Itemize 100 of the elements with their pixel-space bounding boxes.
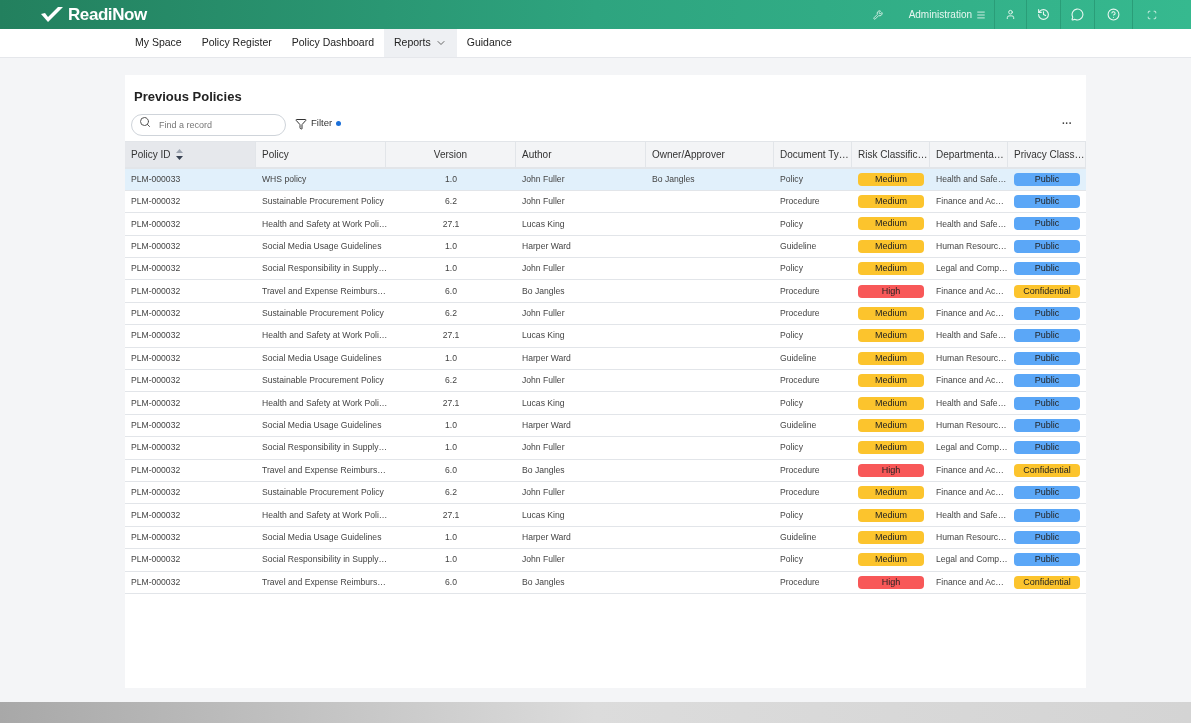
table-cell-text: Guideline — [779, 419, 818, 432]
status-badge: Public — [1014, 441, 1080, 455]
table-cell-text: Human Resourc… — [935, 531, 1008, 544]
table-cell-text: 6.0 — [444, 575, 458, 589]
table-cell-text: Health and Safe… — [935, 172, 1008, 186]
status-badge: Medium — [858, 307, 924, 321]
table-cell-text: PLM-000032 — [130, 575, 182, 589]
table-cell-text: PLM-000032 — [130, 239, 182, 253]
table-cell-text: Human Resourc… — [935, 419, 1008, 432]
table-cell-text: Harper Ward — [521, 351, 572, 365]
table-cell-text: Sustainable Procurement Policy — [261, 195, 385, 209]
table-cell-text: 27.1 — [441, 329, 461, 343]
table-cell-text: Social Responsibility in Supply… — [261, 441, 386, 455]
table-cell-text: 6.2 — [444, 195, 458, 209]
table-row[interactable]: PLM-000033 WHS policy 1.0 John Fuller Bo Jangles Policy Medium Health and Safe… Public — [125, 167, 1086, 190]
table-cell-text: Finance and Ac… — [935, 284, 1005, 298]
table-cell-text: Health and Safe… — [935, 508, 1008, 522]
history-icon[interactable] — [1037, 8, 1050, 21]
table-cell-text: Human Resourc… — [935, 239, 1008, 253]
status-badge: High — [858, 575, 924, 589]
table-cell-text: 6.0 — [444, 284, 458, 298]
table-cell-text: John Fuller — [521, 307, 566, 320]
status-badge: Public — [1014, 396, 1080, 410]
status-badge: Public — [1014, 172, 1080, 186]
table-cell-text: Finance and Ac… — [935, 463, 1005, 477]
table-cell-text: 1.0 — [444, 262, 458, 276]
table-cell-text: PLM-000032 — [130, 508, 182, 522]
table-cell-text: John Fuller — [521, 262, 566, 276]
table-cell: Bo Jangles — [652, 173, 695, 184]
status-badge: Medium — [858, 195, 924, 209]
table-cell-text: Human Resourc… — [935, 351, 1008, 365]
table-cell-text: 6.0 — [444, 463, 458, 477]
table-cell-text: Health and Safe… — [935, 217, 1008, 231]
filter-icon — [295, 117, 307, 130]
table-cell-text: Policy — [779, 172, 804, 186]
search-field[interactable]: Find a record — [131, 114, 286, 136]
table-cell-text: Health and Safe… — [935, 329, 1008, 343]
sort-icon — [176, 148, 184, 160]
table-cell-text: PLM-000032 — [130, 486, 182, 500]
table-cell-text: John Fuller — [521, 374, 566, 388]
table-cell-text: Finance and Ac… — [935, 195, 1005, 209]
report-title: Previous Policies — [133, 88, 243, 106]
status-badge: Confidential — [1014, 284, 1080, 298]
status-badge: Public — [1014, 374, 1080, 388]
table-cell-text: PLM-000032 — [130, 396, 182, 410]
table-cell-text: 6.2 — [444, 486, 458, 500]
status-badge: Confidential — [1014, 463, 1080, 477]
table-cell-text: Social Media Usage Guidelines — [261, 419, 383, 432]
table-cell-text: Lucas King — [521, 396, 566, 410]
table-cell-text: Travel and Expense Reimburs… — [261, 575, 386, 589]
table-cell-text: Guideline — [779, 351, 818, 365]
table-cell-text: Lucas King — [521, 329, 566, 343]
more-options-button[interactable]: ··· — [1062, 116, 1072, 131]
table-cell-text: Bo Jangles — [521, 575, 566, 589]
table-cell-text: Procedure — [779, 374, 821, 388]
table-cell-text: 27.1 — [441, 508, 461, 522]
chat-icon[interactable] — [1071, 8, 1084, 21]
filter-button[interactable]: Filter — [295, 116, 342, 131]
table-cell-text: 1.0 — [444, 441, 458, 455]
table-cell-text: John Fuller — [521, 195, 566, 209]
status-badge: Medium — [858, 396, 924, 410]
table-cell-text: 1.0 — [444, 419, 458, 432]
status-badge: Public — [1014, 329, 1080, 343]
fullscreen-icon[interactable] — [1147, 9, 1157, 20]
menu-icon — [976, 9, 986, 20]
table-cell-text: Guideline — [779, 531, 818, 544]
status-badge: Public — [1014, 307, 1080, 321]
status-badge: High — [858, 463, 924, 477]
table-cell-text: Policy — [779, 396, 804, 410]
table-cell-text: 1.0 — [444, 172, 458, 186]
table-cell-text: Travel and Expense Reimburs… — [261, 284, 386, 298]
table-cell-text: Policy — [779, 217, 804, 231]
table-cell-text: Policy — [779, 329, 804, 343]
table-cell-text: Policy — [779, 441, 804, 455]
table-cell-text: PLM-000032 — [130, 217, 182, 231]
column-header[interactable]: Policy ID — [125, 141, 256, 167]
table-cell-text: Lucas King — [521, 217, 566, 231]
table-cell-text: John Fuller — [521, 172, 566, 186]
table-cell-text: Sustainable Procurement Policy — [261, 307, 385, 320]
table-cell-text: 6.2 — [444, 307, 458, 320]
table-cell-text: 1.0 — [444, 553, 458, 567]
status-badge: Public — [1014, 262, 1080, 276]
user-icon[interactable] — [1005, 9, 1016, 20]
status-badge: Medium — [858, 217, 924, 231]
status-badge: Public — [1014, 530, 1080, 544]
table-cell-text: Health and Safety at Work Poli… — [261, 396, 386, 410]
table-cell-text: Lucas King — [521, 508, 566, 522]
table-cell-text: PLM-000032 — [130, 374, 182, 388]
table-cell-text: PLM-000032 — [130, 262, 182, 276]
status-badge: Public — [1014, 486, 1080, 500]
table-cell-text: Policy — [779, 508, 804, 522]
help-icon[interactable] — [1107, 8, 1120, 21]
wrench-icon[interactable] — [872, 9, 883, 20]
table-cell-text: Sustainable Procurement Policy — [261, 486, 385, 500]
status-badge: Medium — [858, 508, 924, 522]
table-cell-text: Procedure — [779, 195, 821, 209]
table-cell-text: Harper Ward — [521, 419, 572, 432]
table-cell-text: Social Media Usage Guidelines — [261, 239, 383, 253]
table-cell-text: PLM-000032 — [130, 463, 182, 477]
nav-tab[interactable]: Reports — [384, 29, 457, 57]
